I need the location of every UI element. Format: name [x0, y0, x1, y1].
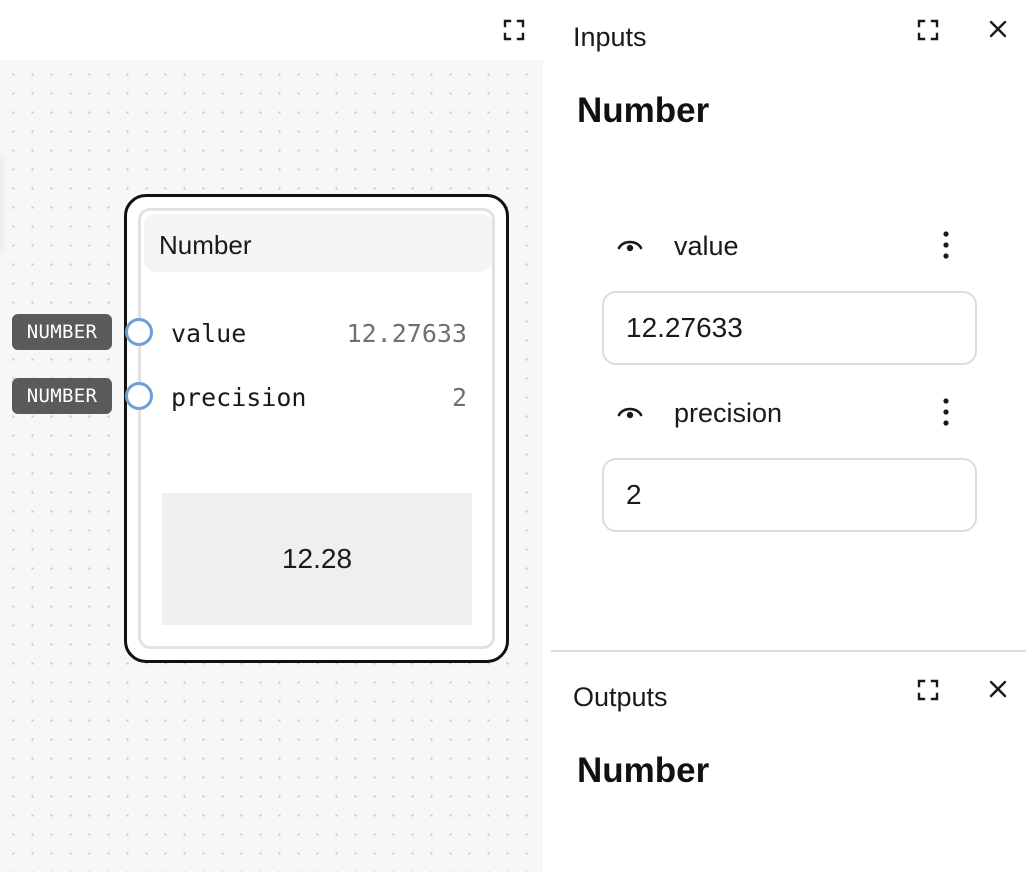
value-input[interactable] [602, 291, 977, 365]
eye-icon[interactable] [616, 231, 644, 259]
inputs-panel-title: Inputs [573, 22, 647, 52]
param-name: value [171, 319, 247, 348]
node-param-value: value 12.27633 [141, 317, 481, 351]
panel-divider[interactable] [551, 650, 1026, 652]
expand-icon[interactable] [500, 16, 528, 44]
inspector-pane: Inputs Number value 12.27633 precision 2… [543, 0, 1026, 872]
field-label: precision [674, 398, 783, 428]
value-input-port[interactable] [125, 318, 153, 346]
offscreen-node-edge [0, 150, 2, 260]
field-label: value [674, 231, 739, 261]
node-title: Number [159, 230, 252, 260]
node-param-precision: precision 2 [141, 381, 481, 415]
value-type-badge: NUMBER [12, 314, 112, 350]
param-value: 2 [451, 383, 467, 412]
field-row-precision: precision [603, 393, 963, 433]
canvas-toolbar [0, 0, 543, 60]
node-output-display: 12.28 [162, 493, 472, 625]
number-node[interactable]: Number value 12.27633 precision 2 12.28 [124, 194, 509, 663]
close-icon[interactable] [984, 15, 1012, 43]
close-icon[interactable] [984, 675, 1012, 703]
graph-canvas-pane: NUMBER NUMBER Number value 12.27633 prec… [0, 0, 543, 872]
outputs-panel-title: Outputs [573, 682, 668, 712]
node-body: Number value 12.27633 precision 2 12.28 [138, 208, 495, 649]
param-value: 12.27633 [346, 319, 467, 348]
param-name: precision [171, 383, 307, 412]
expand-icon[interactable] [914, 676, 942, 704]
expand-icon[interactable] [914, 16, 942, 44]
precision-input-port[interactable] [125, 382, 153, 410]
more-options-icon[interactable] [932, 398, 960, 426]
eye-icon[interactable] [616, 398, 644, 426]
precision-input[interactable] [602, 458, 977, 532]
field-row-value: value [603, 226, 963, 266]
precision-type-badge: NUMBER [12, 378, 112, 414]
outputs-node-heading: Number [577, 751, 710, 790]
inputs-node-heading: Number [577, 91, 710, 130]
more-options-icon[interactable] [932, 231, 960, 259]
node-header[interactable]: Number [144, 214, 492, 272]
